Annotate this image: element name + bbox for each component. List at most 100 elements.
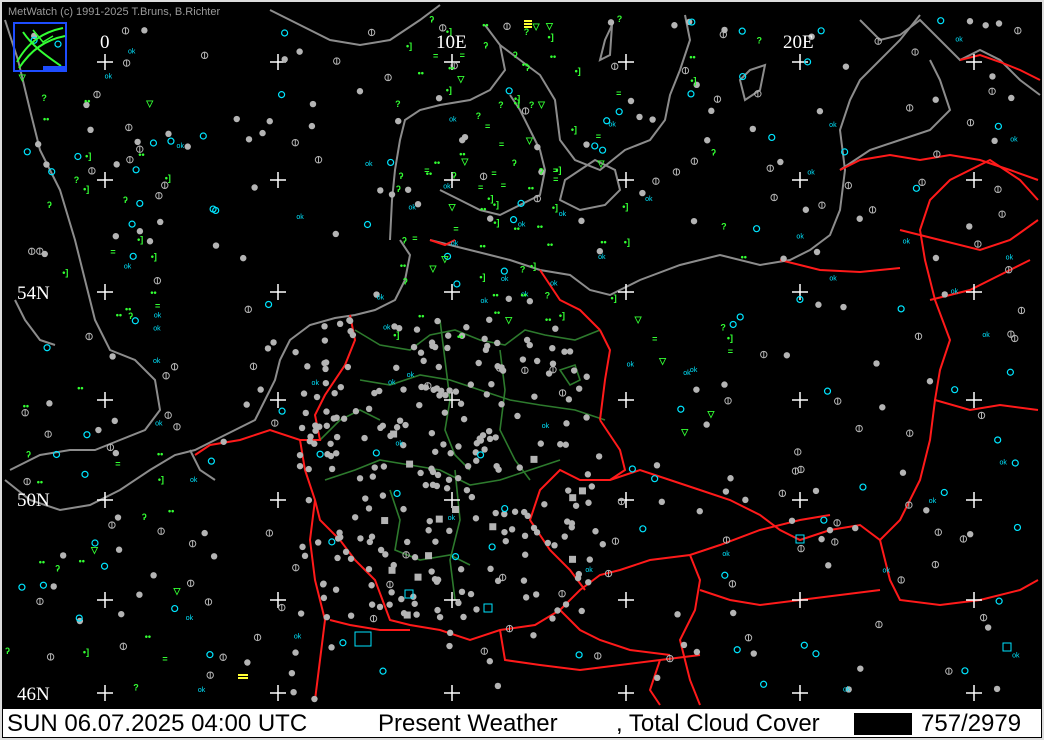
present-weather-symbol: •]: [571, 124, 577, 134]
station-circle: [530, 524, 538, 532]
station-circle: [742, 496, 749, 504]
ok-marker: ok: [155, 421, 163, 428]
station-circle: [134, 138, 141, 146]
present-weather-symbol: •]: [514, 98, 520, 108]
present-weather-symbol: •]: [85, 151, 91, 161]
station-circle: [816, 108, 824, 115]
present-weather-symbol: ••: [492, 290, 498, 300]
station-circle: [402, 421, 409, 429]
station-circle: [636, 113, 643, 121]
station-circle: [564, 518, 571, 525]
present-weather-symbol: ••: [741, 252, 747, 262]
present-weather-symbol: ••: [459, 149, 465, 159]
ok-marker: ok: [312, 380, 320, 387]
station-circle: [966, 223, 973, 230]
station-circle: [368, 582, 375, 589]
station-circle: [400, 386, 407, 393]
station-circle: [112, 449, 120, 457]
station-circle: [314, 539, 322, 546]
station-circle: [578, 217, 585, 225]
ok-marker: ok: [408, 204, 416, 211]
present-weather-symbol: ••: [138, 150, 144, 160]
station-count: 757/2979: [921, 710, 1022, 737]
present-weather-symbol: ••: [84, 96, 90, 106]
station-square: [569, 555, 577, 563]
station-circle: [445, 476, 453, 483]
station-circle: [301, 552, 309, 560]
station-circle: [365, 405, 373, 413]
station-circle: [984, 624, 992, 631]
station-circle: [322, 379, 330, 387]
station-circle: [396, 417, 404, 424]
station-circle: [43, 161, 50, 168]
station-circle: [565, 487, 572, 494]
station-circle: [932, 96, 939, 103]
present-weather-symbol: ▽: [456, 74, 465, 84]
color-swatch: [854, 713, 912, 735]
present-weather-symbol: ?: [133, 683, 139, 693]
station-circle: [749, 125, 757, 133]
station-circle: [313, 393, 321, 401]
station-circle: [989, 73, 996, 80]
station-circle: [482, 346, 490, 354]
station-circle: [118, 610, 125, 618]
ok-marker: ok: [451, 240, 459, 247]
station-circle: [472, 515, 480, 522]
ok-marker: ok: [449, 117, 457, 124]
station-circle: [521, 532, 529, 540]
station-circle: [428, 465, 435, 472]
station-circle: [309, 100, 317, 108]
product-label[interactable]: Present Weather: [378, 710, 558, 738]
present-weather-symbol: ʔ: [539, 167, 544, 177]
station-square: [425, 552, 433, 560]
present-weather-symbol: ••: [168, 506, 174, 516]
present-weather-symbol: •]: [611, 293, 617, 303]
station-circle: [575, 385, 583, 392]
station-circle: [356, 88, 364, 95]
station-circle: [428, 568, 435, 575]
station-circle: [519, 356, 527, 363]
weather-map[interactable]: ok ok ok ok ok ok ok ok ok ok ok ok ok ok ok ok ok ok ok ok…: [0, 0, 1044, 740]
present-weather-symbol: ?: [720, 323, 726, 333]
station-circle: [109, 353, 116, 360]
station-square: [403, 611, 411, 619]
station-circle: [693, 386, 700, 393]
station-circle: [575, 570, 583, 578]
lon-label-0: 0: [100, 32, 110, 53]
station-circle: [498, 401, 505, 408]
station-circle: [337, 383, 345, 391]
station-circle: [561, 533, 568, 540]
station-circle: [563, 420, 570, 427]
station-circle: [526, 341, 533, 349]
product2-label[interactable]: , Total Cloud Cover: [616, 710, 820, 738]
station-circle: [545, 370, 553, 377]
station-circle: [566, 348, 574, 355]
present-weather-symbol: ••: [77, 383, 83, 393]
present-weather-symbol: =: [501, 181, 506, 191]
station-circle: [441, 409, 449, 416]
station-circle: [485, 427, 493, 435]
present-weather-symbol: ?: [524, 27, 530, 37]
station-circle: [502, 537, 509, 545]
station-circle: [537, 440, 544, 447]
present-weather-symbol: •]: [62, 267, 68, 277]
present-weather-symbol: ʔ: [47, 200, 52, 210]
station-circle: [324, 451, 331, 458]
station-circle: [840, 303, 847, 311]
station-circle: [321, 359, 328, 367]
present-weather-symbol: ▽: [173, 586, 182, 596]
station-circle: [595, 453, 603, 460]
station-circle: [365, 505, 373, 512]
station-circle: [530, 632, 537, 639]
station-circle: [941, 291, 948, 298]
ok-marker: ok: [645, 196, 653, 203]
station-circle: [533, 357, 541, 365]
station-circle: [243, 401, 250, 408]
present-weather-symbol: •]: [393, 330, 399, 340]
station-circle: [815, 301, 822, 308]
present-weather-symbol: ▽: [680, 427, 689, 437]
present-weather-symbol: ʔ: [123, 195, 128, 205]
station-circle: [411, 600, 418, 607]
station-circle: [184, 143, 191, 150]
ok-marker: ok: [1010, 136, 1018, 143]
